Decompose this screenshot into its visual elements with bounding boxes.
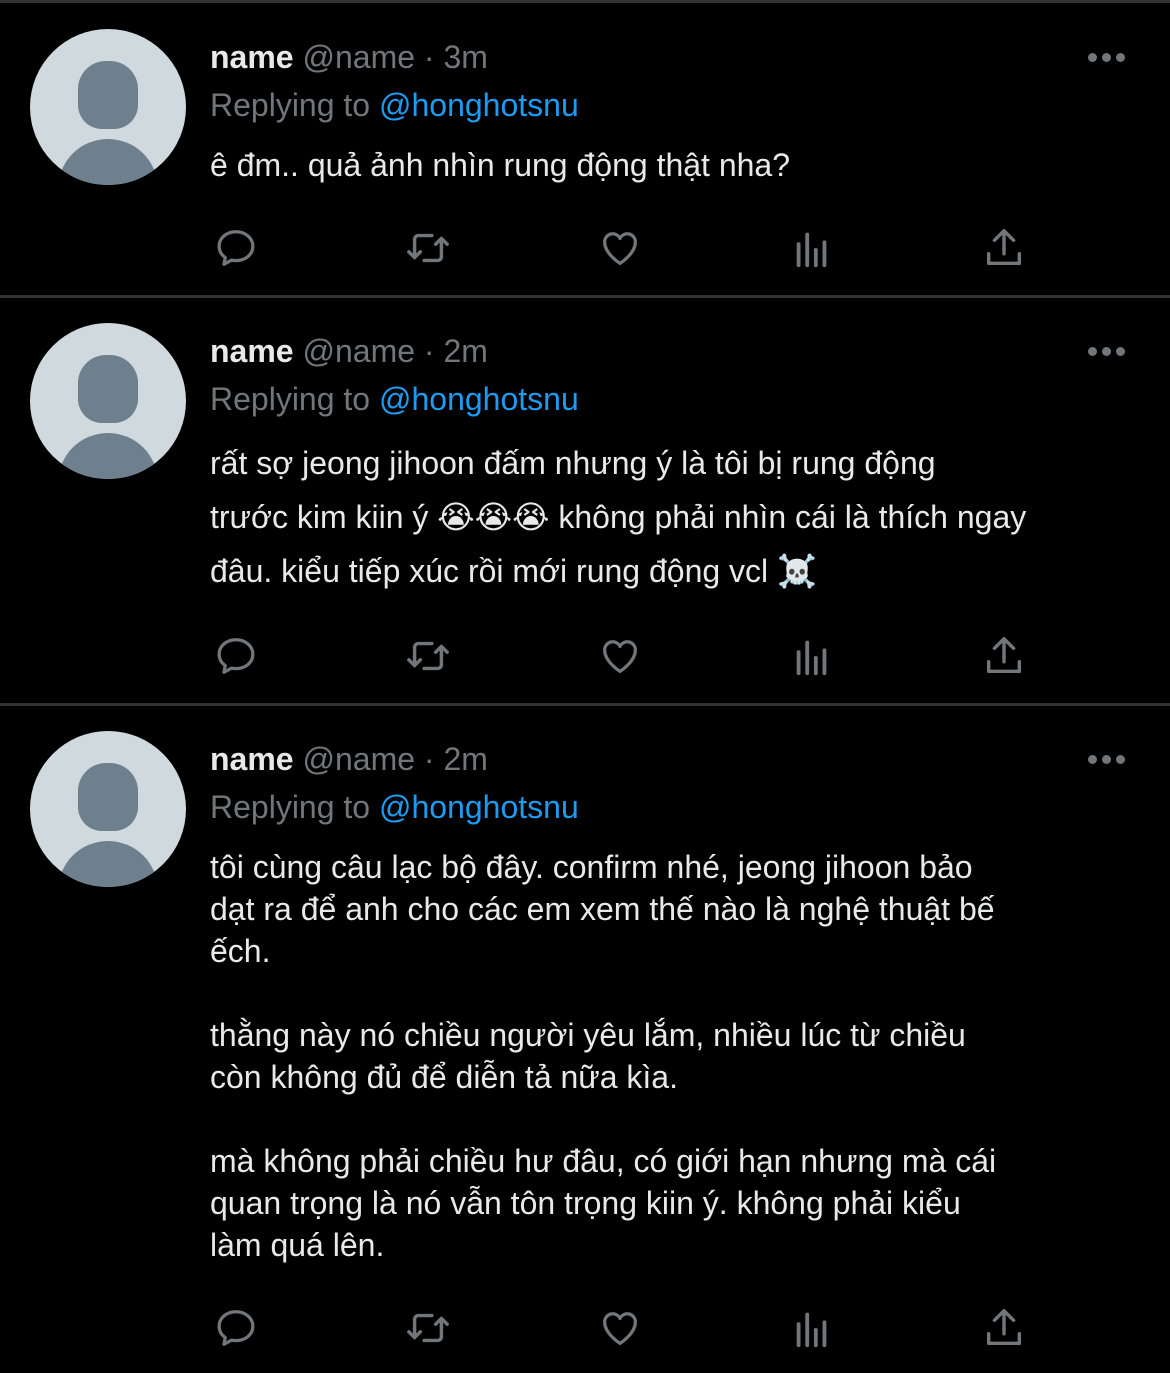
- share-icon: [986, 229, 1022, 266]
- avatar[interactable]: [30, 731, 186, 887]
- mention-link[interactable]: @honghotsnu: [379, 381, 579, 417]
- views-icon: [796, 232, 827, 268]
- reply-icon: [217, 638, 255, 674]
- avatar[interactable]: [30, 323, 186, 479]
- tweet-header: name @name · 2m: [210, 331, 488, 371]
- tweet[interactable]: name @name · 3m Replying to @honghotsnu …: [0, 0, 1170, 296]
- reply-button[interactable]: [210, 1302, 262, 1354]
- tweet-header: name @name · 3m: [210, 37, 488, 77]
- share-button[interactable]: [978, 222, 1030, 274]
- avatar-head: [78, 61, 138, 129]
- action-bar: [0, 630, 1170, 682]
- share-icon: [986, 1309, 1022, 1346]
- tweet[interactable]: name @name · 2m Replying to @honghotsnu …: [0, 298, 1170, 704]
- reply-icon: [217, 230, 255, 266]
- like-icon: [603, 640, 637, 673]
- display-name[interactable]: name: [210, 39, 294, 75]
- replying-prefix: Replying to: [210, 789, 371, 825]
- timestamp[interactable]: 3m: [443, 39, 487, 75]
- share-icon: [986, 637, 1022, 674]
- retweet-button[interactable]: [402, 1302, 454, 1354]
- replying-to: Replying to @honghotsnu: [210, 85, 579, 125]
- display-name[interactable]: name: [210, 741, 294, 777]
- tweet[interactable]: name @name · 2m Replying to @honghotsnu …: [0, 706, 1170, 1373]
- tweet-text: rất sợ jeong jihoon đấm nhưng ý là tôi b…: [210, 445, 1027, 589]
- action-bar: [0, 1302, 1170, 1354]
- action-bar: [0, 222, 1170, 274]
- avatar-body: [58, 841, 158, 887]
- replying-prefix: Replying to: [210, 381, 371, 417]
- share-button[interactable]: [978, 630, 1030, 682]
- replying-prefix: Replying to: [210, 87, 371, 123]
- more-icon[interactable]: [1086, 750, 1128, 770]
- avatar[interactable]: [30, 29, 186, 185]
- views-icon: [796, 1312, 827, 1348]
- separator-dot: ·: [423, 741, 435, 777]
- avatar-body: [58, 139, 158, 185]
- user-handle[interactable]: @name: [302, 741, 415, 777]
- replying-to: Replying to @honghotsnu: [210, 787, 579, 827]
- views-button[interactable]: [786, 222, 838, 274]
- mention-link[interactable]: @honghotsnu: [379, 789, 579, 825]
- user-handle[interactable]: @name: [302, 39, 415, 75]
- tweet-header: name @name · 2m: [210, 739, 488, 779]
- timestamp[interactable]: 2m: [443, 333, 487, 369]
- display-name[interactable]: name: [210, 333, 294, 369]
- share-button[interactable]: [978, 1302, 1030, 1354]
- like-icon: [603, 232, 637, 265]
- replying-to: Replying to @honghotsnu: [210, 379, 579, 419]
- views-button[interactable]: [786, 630, 838, 682]
- avatar-head: [78, 763, 138, 831]
- retweet-icon: [407, 641, 449, 671]
- retweet-button[interactable]: [402, 222, 454, 274]
- like-button[interactable]: [594, 630, 646, 682]
- more-icon[interactable]: [1086, 48, 1128, 68]
- retweet-button[interactable]: [402, 630, 454, 682]
- like-button[interactable]: [594, 1302, 646, 1354]
- more-icon[interactable]: [1086, 342, 1128, 362]
- reply-button[interactable]: [210, 630, 262, 682]
- avatar-head: [78, 355, 138, 423]
- retweet-icon: [407, 233, 449, 263]
- user-handle[interactable]: @name: [302, 333, 415, 369]
- timestamp[interactable]: 2m: [443, 741, 487, 777]
- separator-dot: ·: [423, 39, 435, 75]
- reply-icon: [217, 1310, 255, 1346]
- reply-button[interactable]: [210, 222, 262, 274]
- like-icon: [603, 1312, 637, 1345]
- views-button[interactable]: [786, 1302, 838, 1354]
- like-button[interactable]: [594, 222, 646, 274]
- avatar-body: [58, 433, 158, 479]
- tweet-text: tôi cùng câu lạc bộ đây. confirm nhé, je…: [210, 849, 997, 1263]
- views-icon: [796, 640, 827, 676]
- separator-dot: ·: [423, 333, 435, 369]
- retweet-icon: [407, 1313, 449, 1343]
- mention-link[interactable]: @honghotsnu: [379, 87, 579, 123]
- tweet-text: ê đm.. quả ảnh nhìn rung động thật nha?: [210, 147, 791, 183]
